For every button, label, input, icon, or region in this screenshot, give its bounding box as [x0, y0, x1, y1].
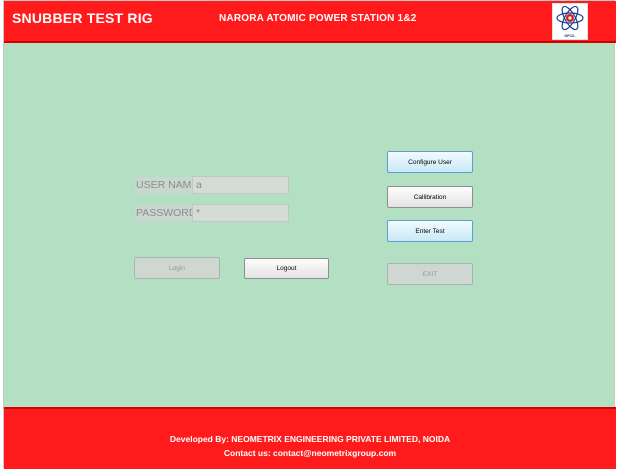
app-title: SNUBBER TEST RIG [12, 10, 153, 26]
app-window: SNUBBER TEST RIG NARORA ATOMIC POWER STA… [3, 0, 616, 469]
npcil-logo: NPCIL [552, 3, 588, 40]
enter-test-button[interactable]: Enter Test [387, 220, 473, 242]
login-button[interactable]: Login [134, 257, 220, 279]
username-input[interactable] [192, 176, 289, 194]
password-input[interactable] [192, 204, 289, 222]
atom-logo-icon [556, 5, 584, 31]
username-label: USER NAME [135, 177, 200, 194]
station-title: NARORA ATOMIC POWER STATION 1&2 [219, 13, 417, 24]
contact-info: Contact us: contact@neometrixgroup.com [223, 448, 397, 458]
calibration-button[interactable]: Callibration [387, 186, 473, 208]
password-label: PASSWORD [135, 205, 198, 222]
exit-button[interactable]: EXIT [387, 263, 473, 285]
logo-text: NPCIL [564, 34, 576, 38]
developer-credit: Developed By: NEOMETRIX ENGINEERING PRIV… [169, 434, 451, 444]
logout-button[interactable]: Logout [244, 258, 329, 279]
configure-user-button[interactable]: Configure User [387, 151, 473, 173]
header-bar: SNUBBER TEST RIG NARORA ATOMIC POWER STA… [4, 1, 616, 43]
footer-bar: Developed By: NEOMETRIX ENGINEERING PRIV… [4, 407, 616, 469]
